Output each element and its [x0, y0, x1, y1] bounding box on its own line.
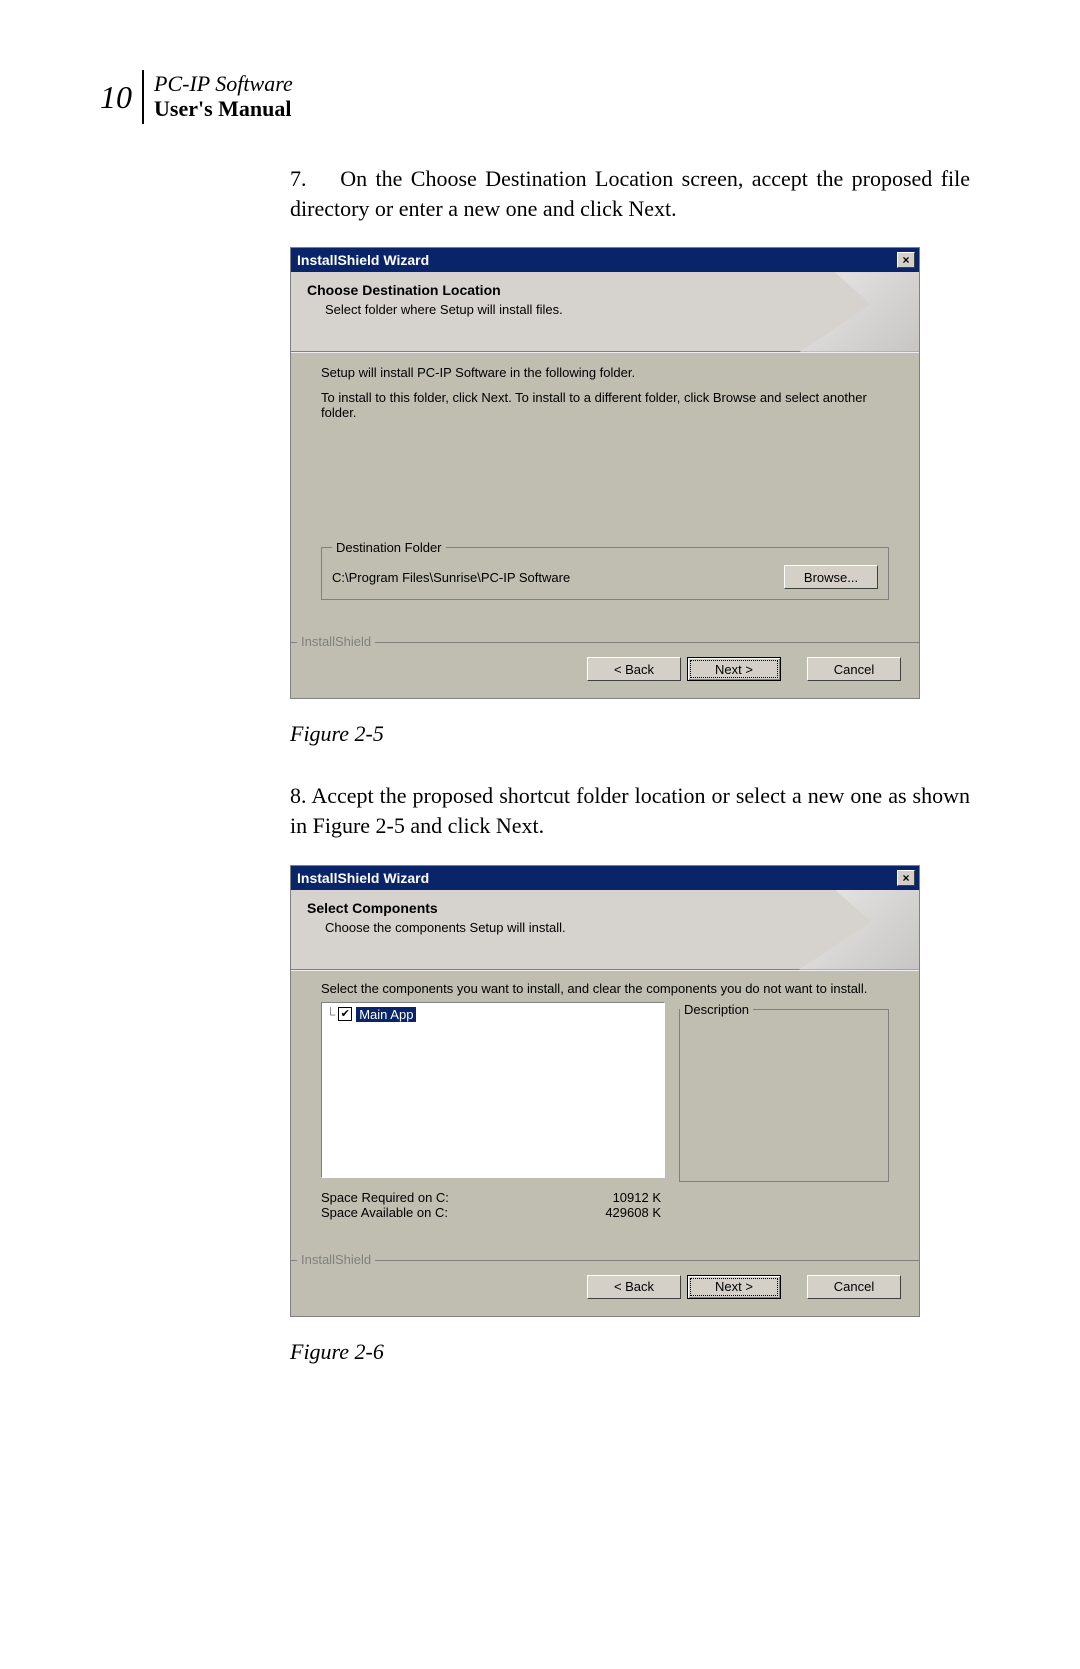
space-info: Space Required on C: 10912 K Space Avail… [321, 1190, 889, 1220]
wizard-header-subtitle: Choose the components Setup will install… [307, 920, 903, 935]
installshield-brand: InstallShield [297, 634, 375, 649]
page-number: 10 [100, 81, 132, 113]
step-8: 8. Accept the proposed shortcut folder l… [290, 781, 970, 840]
destination-path: C:\Program Files\Sunrise\PC-IP Software [332, 570, 570, 585]
installer-window-destination: InstallShield Wizard × Choose Destinatio… [290, 247, 920, 699]
space-available-row: Space Available on C: 429608 K [321, 1205, 661, 1220]
titlebar: InstallShield Wizard × [291, 248, 919, 272]
spacer [787, 657, 801, 681]
button-row: < Back Next > Cancel [309, 1275, 901, 1299]
button-row: < Back Next > Cancel [309, 657, 901, 681]
wizard-header-subtitle: Select folder where Setup will install f… [307, 302, 903, 317]
back-button[interactable]: < Back [587, 657, 681, 681]
manual-title: User's Manual [154, 96, 293, 122]
figure-2-6-caption: Figure 2-6 [290, 1339, 970, 1365]
space-required-value: 10912 K [613, 1190, 661, 1205]
description-group: Description [679, 1002, 889, 1182]
destination-row: C:\Program Files\Sunrise\PC-IP Software … [332, 565, 878, 589]
space-required-row: Space Required on C: 10912 K [321, 1190, 661, 1205]
window-title: InstallShield Wizard [297, 252, 429, 268]
close-icon[interactable]: × [897, 252, 915, 268]
installer-window-components: InstallShield Wizard × Select Components… [290, 865, 920, 1317]
wizard-header: Choose Destination Location Select folde… [291, 272, 919, 352]
step-8-number: 8. [290, 783, 307, 808]
two-column-area: └ ✔ Main App Description [321, 1002, 889, 1182]
component-row[interactable]: └ ✔ Main App [326, 1007, 660, 1022]
software-title: PC-IP Software [154, 72, 293, 96]
wizard-footer: InstallShield < Back Next > Cancel [291, 642, 919, 698]
figure-2-5-caption: Figure 2-5 [290, 721, 970, 747]
step-8-text: Accept the proposed shortcut folder loca… [290, 783, 970, 838]
window-title: InstallShield Wizard [297, 870, 429, 886]
installshield-brand: InstallShield [297, 1252, 375, 1267]
wizard-footer: InstallShield < Back Next > Cancel [291, 1260, 919, 1316]
titlebar: InstallShield Wizard × [291, 866, 919, 890]
space-required-label: Space Required on C: [321, 1190, 449, 1205]
header-divider [142, 70, 144, 124]
description-legend: Description [680, 1002, 753, 1017]
close-icon[interactable]: × [897, 870, 915, 886]
destination-folder-group: Destination Folder C:\Program Files\Sunr… [321, 540, 889, 600]
component-label: Main App [356, 1007, 416, 1022]
back-label: < Back [614, 662, 654, 677]
content-line-2: To install to this folder, click Next. T… [321, 390, 889, 420]
tree-connector-icon: └ [326, 1007, 334, 1022]
component-list[interactable]: └ ✔ Main App [321, 1002, 665, 1178]
cancel-label: Cancel [834, 1279, 874, 1294]
cancel-label: Cancel [834, 662, 874, 677]
back-button[interactable]: < Back [587, 1275, 681, 1299]
step-7-number: 7. [290, 166, 307, 191]
space-available-value: 429608 K [605, 1205, 661, 1220]
wizard-content: Select the components you want to instal… [291, 970, 919, 1260]
browse-button[interactable]: Browse... [784, 565, 878, 589]
select-instructions: Select the components you want to instal… [321, 981, 889, 996]
checkbox-icon[interactable]: ✔ [338, 1007, 352, 1021]
back-label: < Back [614, 1279, 654, 1294]
next-label: Next > [715, 662, 753, 677]
step-7: 7. On the Choose Destination Location sc… [290, 164, 970, 223]
content-line-1: Setup will install PC-IP Software in the… [321, 365, 889, 380]
wizard-header-title: Choose Destination Location [307, 282, 903, 298]
wizard-header-title: Select Components [307, 900, 903, 916]
next-button[interactable]: Next > [687, 1275, 781, 1299]
step-7-text: On the Choose Destination Location scree… [290, 166, 970, 221]
header-text: PC-IP Software User's Manual [154, 72, 293, 123]
wizard-header: Select Components Choose the components … [291, 890, 919, 970]
space-available-label: Space Available on C: [321, 1205, 448, 1220]
next-button[interactable]: Next > [687, 657, 781, 681]
cancel-button[interactable]: Cancel [807, 657, 901, 681]
next-label: Next > [715, 1279, 753, 1294]
page-header: 10 PC-IP Software User's Manual [100, 70, 990, 124]
spacer [787, 1275, 801, 1299]
cancel-button[interactable]: Cancel [807, 1275, 901, 1299]
wizard-content: Setup will install PC-IP Software in the… [291, 352, 919, 642]
destination-folder-legend: Destination Folder [332, 540, 446, 555]
body-column: 7. On the Choose Destination Location sc… [290, 164, 970, 1365]
document-page: 10 PC-IP Software User's Manual 7. On th… [0, 0, 1080, 1459]
